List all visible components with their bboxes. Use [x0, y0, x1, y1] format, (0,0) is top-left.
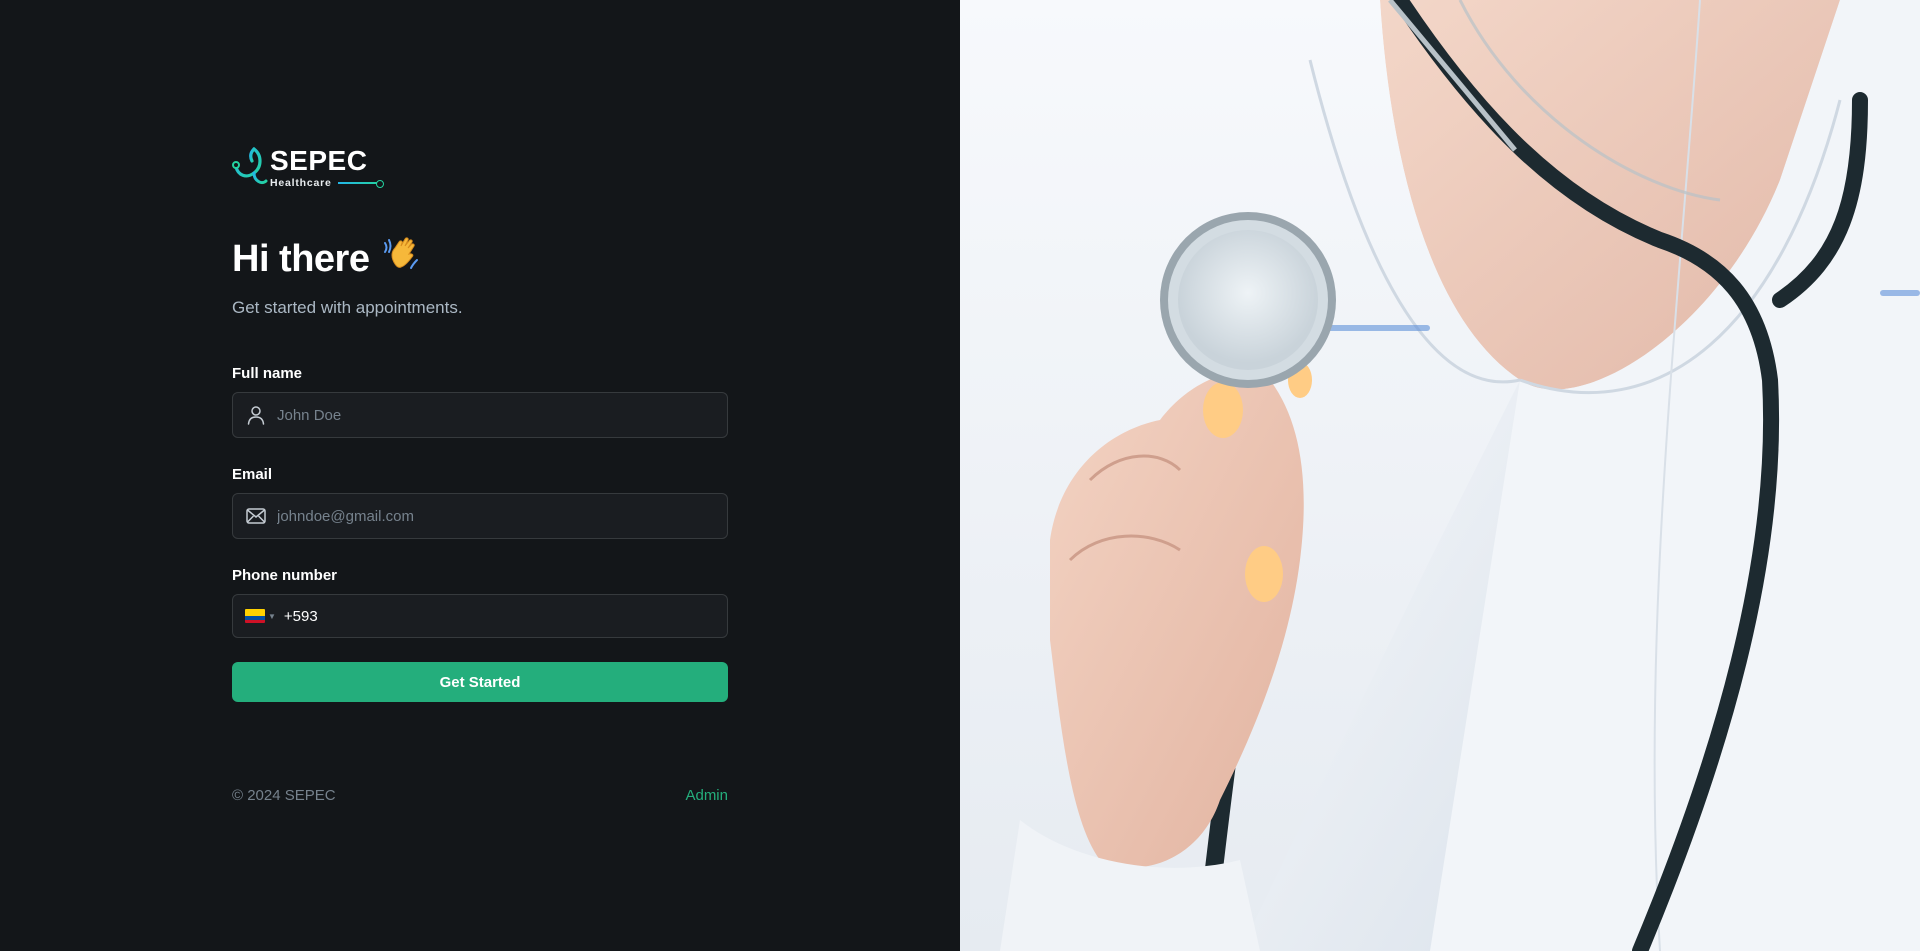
mail-icon	[245, 505, 267, 527]
waving-hand-icon	[381, 234, 421, 284]
admin-link[interactable]: Admin	[685, 787, 728, 804]
left-panel: SEPEC Healthcare Hi there Get started wi…	[0, 0, 960, 951]
ecuador-flag-icon[interactable]	[245, 609, 265, 623]
hero-image	[960, 0, 1920, 951]
brand-tagline-line	[337, 180, 384, 188]
get-started-button[interactable]: Get Started	[232, 662, 728, 702]
page-title: Hi there	[232, 234, 728, 284]
phone-field[interactable]: ▼	[232, 594, 728, 638]
greeting-text: Hi there	[232, 238, 370, 280]
page-subtitle: Get started with appointments.	[232, 298, 463, 317]
email-label: Email	[232, 466, 273, 483]
full-name-field[interactable]	[232, 392, 728, 438]
brand-logo: SEPEC Healthcare	[232, 145, 728, 191]
user-icon	[245, 404, 267, 426]
full-name-label: Full name	[232, 365, 303, 382]
email-field[interactable]	[232, 493, 728, 539]
chevron-down-icon[interactable]: ▼	[268, 612, 276, 621]
brand-tagline-row: Healthcare	[270, 177, 384, 189]
brand-tagline: Healthcare	[270, 177, 332, 189]
copyright-text: © 2024 SEPEC	[232, 787, 336, 804]
full-name-input[interactable]	[277, 406, 707, 424]
email-input[interactable]	[277, 507, 707, 525]
brand-name: SEPEC	[270, 145, 368, 176]
stethoscope-icon	[232, 147, 268, 185]
footer: © 2024 SEPEC Admin	[232, 787, 728, 804]
phone-label: Phone number	[232, 567, 338, 584]
doctor-stethoscope-illustration	[960, 0, 1920, 951]
phone-input[interactable]	[283, 607, 714, 625]
onboarding-form-container: SEPEC Healthcare Hi there Get started wi…	[232, 145, 728, 702]
brand-wordmark: SEPEC Healthcare	[270, 145, 384, 189]
